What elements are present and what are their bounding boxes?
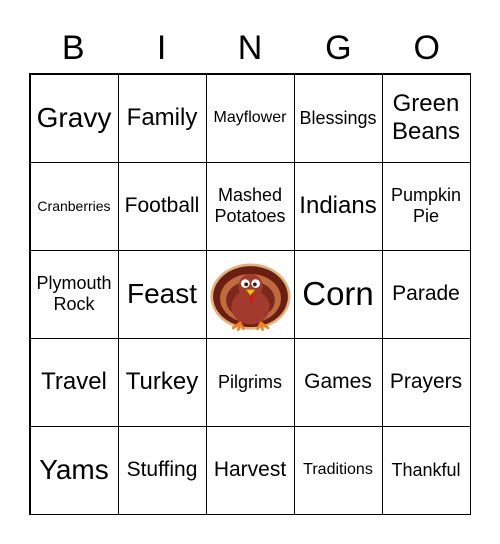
bingo-cell[interactable]: Cranberries [29, 161, 119, 251]
header-letter: N [237, 29, 263, 67]
bingo-cell[interactable]: Thankful [381, 425, 471, 515]
bingo-cell[interactable]: Games [293, 337, 383, 427]
bingo-cell[interactable]: Parade [381, 249, 471, 339]
header-letter: O [413, 29, 440, 67]
header-letter: I [156, 29, 167, 67]
bingo-cell[interactable]: Blessings [293, 73, 383, 163]
bingo-cell[interactable]: Plymouth Rock [29, 249, 119, 339]
bingo-cell[interactable]: Mayflower [205, 73, 295, 163]
bingo-cell[interactable]: Gravy [29, 73, 119, 163]
bingo-cell[interactable]: Mashed Potatoes [205, 161, 295, 251]
header-letter: G [325, 29, 352, 67]
bingo-cell[interactable]: Indians [293, 161, 383, 251]
bingo-cell[interactable]: Football [117, 161, 207, 251]
bingo-cell[interactable]: Traditions [293, 425, 383, 515]
free-space-cell[interactable] [205, 249, 295, 339]
bingo-cell[interactable]: Harvest [205, 425, 295, 515]
bingo-cell[interactable]: Family [117, 73, 207, 163]
bingo-cell[interactable]: Pilgrims [205, 337, 295, 427]
turkey-icon [209, 263, 291, 331]
bingo-cell[interactable]: Pumpkin Pie [381, 161, 471, 251]
bingo-cell[interactable]: Corn [293, 249, 383, 339]
bingo-cell[interactable]: Stuffing [117, 425, 207, 515]
bingo-grid: Gravy Family Mayflower Blessings Green B… [29, 73, 471, 515]
bingo-cell[interactable]: Feast [117, 249, 207, 339]
bingo-cell[interactable]: Prayers [381, 337, 471, 427]
bingo-header: B I N G O [29, 28, 471, 68]
bingo-cell[interactable]: Yams [29, 425, 119, 515]
bingo-cell[interactable]: Green Beans [381, 73, 471, 163]
bingo-cell[interactable]: Travel [29, 337, 119, 427]
header-letter: B [61, 29, 85, 67]
bingo-cell[interactable]: Turkey [117, 337, 207, 427]
